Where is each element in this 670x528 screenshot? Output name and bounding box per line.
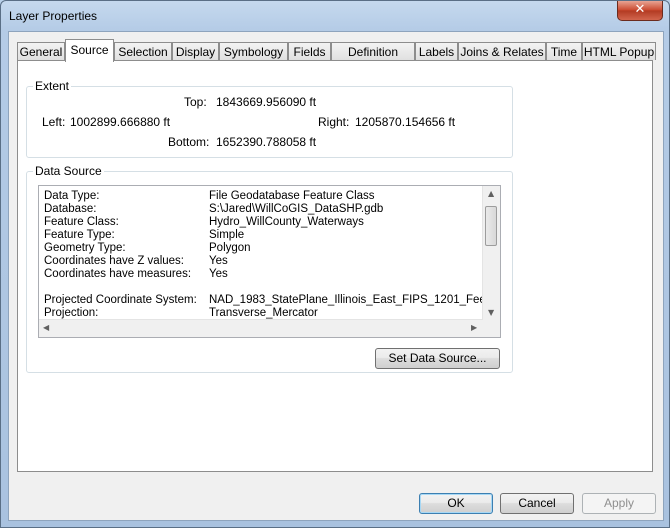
scroll-right-icon[interactable]: ▶ <box>471 323 477 332</box>
extent-top-value: 1843669.956090 ft <box>216 95 317 109</box>
extent-bottom-value: 1652390.788058 ft <box>216 135 317 149</box>
tab-display[interactable]: Display <box>172 42 219 60</box>
scroll-up-icon[interactable]: ▲ <box>488 189 494 198</box>
horizontal-scrollbar[interactable]: ◀ ▶ <box>39 319 483 337</box>
scroll-left-icon[interactable]: ◀ <box>43 323 49 332</box>
cancel-button[interactable]: Cancel <box>500 493 574 514</box>
vertical-scroll-thumb[interactable] <box>485 206 497 246</box>
tab-fields[interactable]: Fields <box>288 42 331 60</box>
data-source-info-list[interactable]: Data Type: File Geodatabase Feature Class… <box>38 185 501 338</box>
extent-top-label: Top: <box>184 95 207 109</box>
extent-right-label: Right: <box>318 115 350 129</box>
source-tab-panel: Extent Top: 1843669.956090 ft Left: 1002… <box>17 60 653 472</box>
tab-selection[interactable]: Selection <box>114 42 172 60</box>
apply-button[interactable]: Apply <box>582 493 656 514</box>
window-title: Layer Properties <box>9 9 98 23</box>
layer-properties-window: Layer Properties ✕ General Source Select… <box>0 0 670 528</box>
tab-joins-relates[interactable]: Joins & Relates <box>458 42 546 60</box>
tab-general[interactable]: General <box>17 42 65 60</box>
extent-bottom-label: Bottom: <box>168 135 210 149</box>
scrollbar-corner <box>483 320 500 337</box>
extent-group-label: Extent <box>33 79 72 93</box>
tab-html-popup[interactable]: HTML Popup <box>582 42 656 60</box>
tab-source[interactable]: Source <box>65 39 114 62</box>
title-bar[interactable]: Layer Properties ✕ <box>1 1 669 31</box>
extent-right-value: 1205870.154656 ft <box>355 115 456 129</box>
vertical-scrollbar[interactable]: ▲ ▼ <box>482 186 500 320</box>
data-source-group-label: Data Source <box>33 164 104 178</box>
tab-symbology[interactable]: Symbology <box>219 42 288 60</box>
dialog-client-area: General Source Selection Display Symbolo… <box>8 31 664 521</box>
ok-button[interactable]: OK <box>419 493 493 514</box>
data-source-group: Data Source Data Type: File Geodatabase F… <box>26 164 513 373</box>
close-button[interactable]: ✕ <box>617 1 663 21</box>
close-icon: ✕ <box>634 2 646 17</box>
extent-group: Extent Top: 1843669.956090 ft Left: 1002… <box>26 79 513 158</box>
scroll-down-icon[interactable]: ▼ <box>488 308 494 317</box>
tab-labels[interactable]: Labels <box>415 42 458 60</box>
tab-time[interactable]: Time <box>546 42 582 60</box>
extent-left-value: 1002899.666880 ft <box>70 115 171 129</box>
extent-left-label: Left: <box>42 115 66 129</box>
set-data-source-button[interactable]: Set Data Source... <box>375 348 500 369</box>
tab-definition-query[interactable]: Definition Query <box>331 42 415 77</box>
